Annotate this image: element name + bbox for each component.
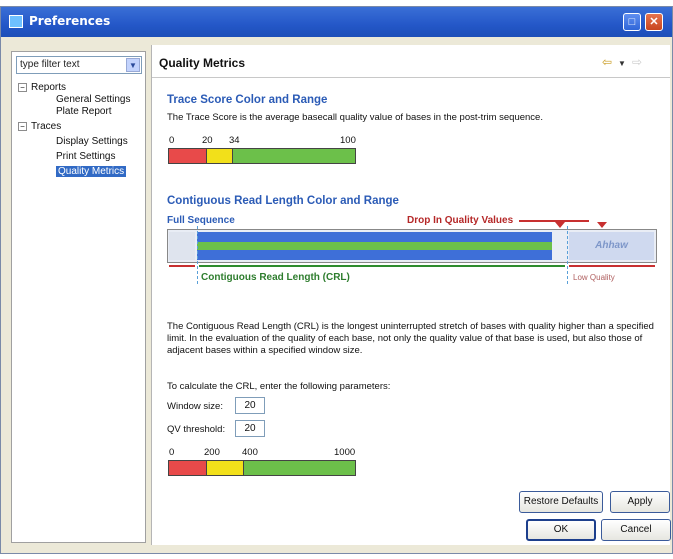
back-arrow-icon[interactable]: ⇦ xyxy=(602,55,618,69)
apply-button[interactable]: Apply xyxy=(610,491,670,513)
crl-scale-label: 400 xyxy=(242,447,258,458)
range-segment xyxy=(206,149,233,163)
crl-region xyxy=(197,232,552,260)
title-bar[interactable]: Preferences □ ✕ xyxy=(1,7,672,37)
preferences-tree: − Reports General Settings Plate Report −… xyxy=(16,82,131,178)
tree-item-label: Traces xyxy=(31,121,62,132)
low-quality-region-right: Ahhaw xyxy=(569,232,654,260)
chevron-down-icon[interactable]: ▼ xyxy=(618,59,632,68)
drop-marker-icon xyxy=(597,222,607,228)
window-size-input[interactable]: 20 xyxy=(235,397,265,414)
low-quality-label: Low Quality xyxy=(573,273,615,282)
tree-item-quality-metrics[interactable]: Quality Metrics xyxy=(16,166,131,178)
preferences-icon xyxy=(9,15,23,28)
crl-scale-label: 0 xyxy=(169,447,175,458)
divider xyxy=(152,77,670,78)
filter-input[interactable]: type filter text ▼ xyxy=(16,56,142,74)
crl-quality-line xyxy=(197,242,552,250)
crl-label: Contiguous Read Length (CRL) xyxy=(201,272,350,283)
range-segment xyxy=(169,461,207,475)
tree-item-print-settings[interactable]: Print Settings xyxy=(16,151,131,163)
close-icon[interactable]: ✕ xyxy=(645,13,663,31)
collapse-icon[interactable]: − xyxy=(18,82,27,92)
trace-scale-label: 0 xyxy=(169,135,175,146)
tree-item-traces[interactable]: − Traces xyxy=(16,121,131,133)
maximize-icon[interactable]: □ xyxy=(623,13,641,31)
tree-item-label: Quality Metrics xyxy=(56,166,127,177)
qv-threshold-input[interactable]: 20 xyxy=(235,420,265,437)
crl-scale-label: 1000 xyxy=(334,447,356,458)
drop-marker-icon xyxy=(555,222,565,228)
drop-in-quality-label: Drop In Quality Values xyxy=(407,215,514,226)
crl-arrow xyxy=(199,265,565,267)
crl-boundary-line xyxy=(197,226,198,284)
page-title: Quality Metrics xyxy=(159,56,246,70)
window-title: Preferences xyxy=(29,14,111,28)
range-segment xyxy=(206,461,244,475)
forward-arrow-icon[interactable]: ⇨ xyxy=(632,55,648,69)
crl-boundary-line xyxy=(567,226,568,284)
tree-item-label: Plate Report xyxy=(56,106,112,117)
tree-item-label: Print Settings xyxy=(56,151,116,162)
crl-params-intro: To calculate the CRL, enter the followin… xyxy=(167,381,391,392)
cancel-button[interactable]: Cancel xyxy=(601,519,671,541)
crl-diagram: Full Sequence Drop In Quality Values Ahh… xyxy=(167,215,659,291)
trace-score-description: The Trace Score is the average basecall … xyxy=(167,112,543,123)
crl-description: The Contiguous Read Length (CRL) is the … xyxy=(167,321,654,356)
low-quality-arrow xyxy=(569,265,655,267)
tree-item-general-settings[interactable]: General Settings xyxy=(16,94,131,106)
drop-marker-line xyxy=(519,220,589,222)
tree-item-label: Reports xyxy=(31,82,67,93)
window-size-label: Window size: xyxy=(167,401,223,412)
preferences-dialog: Preferences □ ✕ type filter text ▼ − Repo… xyxy=(0,6,673,554)
trace-score-heading: Trace Score Color and Range xyxy=(167,94,328,106)
crl-heading: Contiguous Read Length Color and Range xyxy=(167,195,399,207)
tree-item-reports[interactable]: − Reports xyxy=(16,82,131,94)
trace-scale-label: 100 xyxy=(340,135,356,146)
range-segment xyxy=(232,149,355,163)
collapse-icon[interactable]: − xyxy=(18,121,27,131)
range-segment xyxy=(243,461,355,475)
ok-button[interactable]: OK xyxy=(526,519,596,541)
low-quality-arrow xyxy=(169,265,195,267)
navigation-buttons: ⇦▼⇨ xyxy=(602,55,648,69)
full-sequence-label: Full Sequence xyxy=(167,215,235,226)
low-quality-region-left xyxy=(169,232,195,260)
tree-item-label: Display Settings xyxy=(56,136,128,147)
chevron-down-icon[interactable]: ▼ xyxy=(126,58,140,72)
crl-color-bar xyxy=(168,460,356,476)
trace-scale-label: 34 xyxy=(229,135,240,146)
filter-placeholder: type filter text xyxy=(20,59,80,70)
quality-metrics-page: Quality Metrics ⇦▼⇨ Trace Score Color an… xyxy=(151,45,670,545)
restore-defaults-button[interactable]: Restore Defaults xyxy=(519,491,603,513)
tree-item-display-settings[interactable]: Display Settings xyxy=(16,136,131,148)
trace-scale-label: 20 xyxy=(202,135,213,146)
qv-threshold-label: QV threshold: xyxy=(167,424,226,435)
range-segment xyxy=(169,149,207,163)
trace-score-color-bar xyxy=(168,148,356,164)
crl-scale-label: 200 xyxy=(204,447,220,458)
preferences-tree-panel: type filter text ▼ − Reports General Sett… xyxy=(11,51,146,543)
tree-item-plate-report[interactable]: Plate Report xyxy=(16,106,131,118)
tree-item-label: General Settings xyxy=(56,94,131,105)
